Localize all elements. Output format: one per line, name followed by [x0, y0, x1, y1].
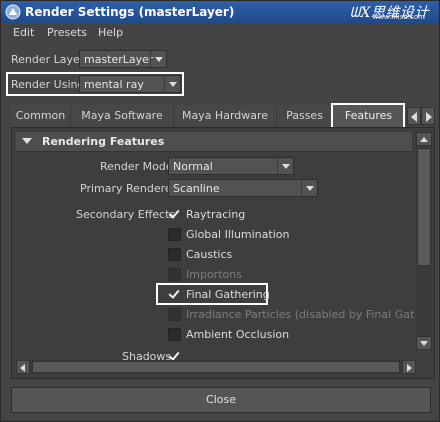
primary-renderer-dropdown[interactable]: Scanline — [168, 179, 318, 197]
importons-checkbox — [168, 268, 181, 281]
section-title: Rendering Features — [42, 135, 165, 148]
menu-help[interactable]: Help — [98, 26, 123, 39]
close-button[interactable]: Close — [11, 387, 431, 413]
scroll-down-icon[interactable] — [416, 336, 432, 350]
secondary-effects-label: Secondary Effects — [76, 208, 176, 221]
importons-label: Importons — [186, 268, 242, 281]
render-using-label: Render Using — [11, 78, 85, 91]
ambient-occlusion-label: Ambient Occlusion — [186, 328, 290, 341]
tab-maya-software[interactable]: Maya Software — [71, 105, 174, 127]
irradiance-particles-label: Irradiance Particles (disabled by Final … — [186, 308, 414, 321]
window-title: Render Settings (masterLayer) — [25, 5, 235, 19]
render-layer-label: Render Layer — [11, 53, 85, 66]
menu-bar: Edit Presets Help — [1, 23, 439, 43]
chevron-down-icon — [301, 180, 317, 196]
menu-edit[interactable]: Edit — [13, 26, 34, 39]
chevron-down-icon — [277, 158, 293, 174]
chevron-down-icon — [150, 51, 166, 67]
primary-renderer-value: Scanline — [173, 182, 220, 195]
rendering-features-header[interactable]: Rendering Features — [16, 132, 412, 152]
render-layer-dropdown[interactable]: masterLayer — [79, 50, 167, 68]
tab-common[interactable]: Common — [11, 105, 71, 127]
irradiance-particles-checkbox — [168, 308, 181, 321]
vertical-scrollbar[interactable] — [416, 132, 432, 350]
raytracing-label: Raytracing — [186, 208, 246, 221]
scroll-up-icon[interactable] — [416, 132, 432, 146]
ambient-occlusion-checkbox[interactable] — [168, 328, 181, 341]
render-using-value: mental ray — [84, 78, 144, 91]
tab-maya-hardware-label: Maya Hardware — [181, 109, 269, 122]
horizontal-scroll-thumb[interactable] — [32, 361, 400, 373]
render-layer-value: masterLayer — [84, 53, 154, 66]
menu-presets[interactable]: Presets — [47, 26, 87, 39]
global-illumination-checkbox[interactable] — [168, 228, 181, 241]
tab-passes[interactable]: Passes — [277, 105, 333, 127]
maya-app-icon — [5, 4, 21, 20]
tab-maya-software-label: Maya Software — [81, 109, 163, 122]
render-settings-window: Render Settings (masterLayer) ᗯX思维设计 www… — [0, 0, 440, 422]
watermark-url-text: www.hxsd.com — [372, 13, 425, 21]
caustics-checkbox[interactable] — [168, 248, 181, 261]
tab-scroll-right-icon[interactable] — [421, 107, 435, 125]
vertical-scroll-thumb[interactable] — [417, 148, 431, 266]
features-panel: Rendering Features Render Mode Normal Pr… — [11, 127, 435, 379]
global-illumination-label: Global Illumination — [186, 228, 290, 241]
features-tab-highlight — [331, 103, 405, 129]
raytracing-checkbox[interactable] — [168, 208, 181, 221]
scroll-left-icon[interactable] — [16, 360, 30, 374]
horizontal-scrollbar[interactable] — [16, 360, 416, 374]
primary-renderer-label: Primary Renderer — [80, 182, 177, 195]
render-mode-dropdown[interactable]: Normal — [168, 157, 294, 175]
render-using-dropdown[interactable]: mental ray — [79, 75, 181, 93]
scroll-right-icon[interactable] — [402, 360, 416, 374]
collapse-arrow-icon — [22, 138, 32, 144]
render-mode-label: Render Mode — [100, 160, 173, 173]
tab-common-label: Common — [15, 109, 66, 122]
tab-passes-label: Passes — [286, 109, 323, 122]
final-gathering-label: Final Gathering — [186, 288, 270, 301]
tab-maya-hardware[interactable]: Maya Hardware — [174, 105, 277, 127]
render-mode-value: Normal — [173, 160, 213, 173]
tab-scroll-left-icon[interactable] — [407, 107, 421, 125]
caustics-label: Caustics — [186, 248, 233, 261]
final-gathering-checkbox[interactable] — [168, 288, 181, 301]
chevron-down-icon — [164, 76, 180, 92]
title-bar[interactable]: Render Settings (masterLayer) ᗯX思维设计 www… — [1, 1, 439, 23]
